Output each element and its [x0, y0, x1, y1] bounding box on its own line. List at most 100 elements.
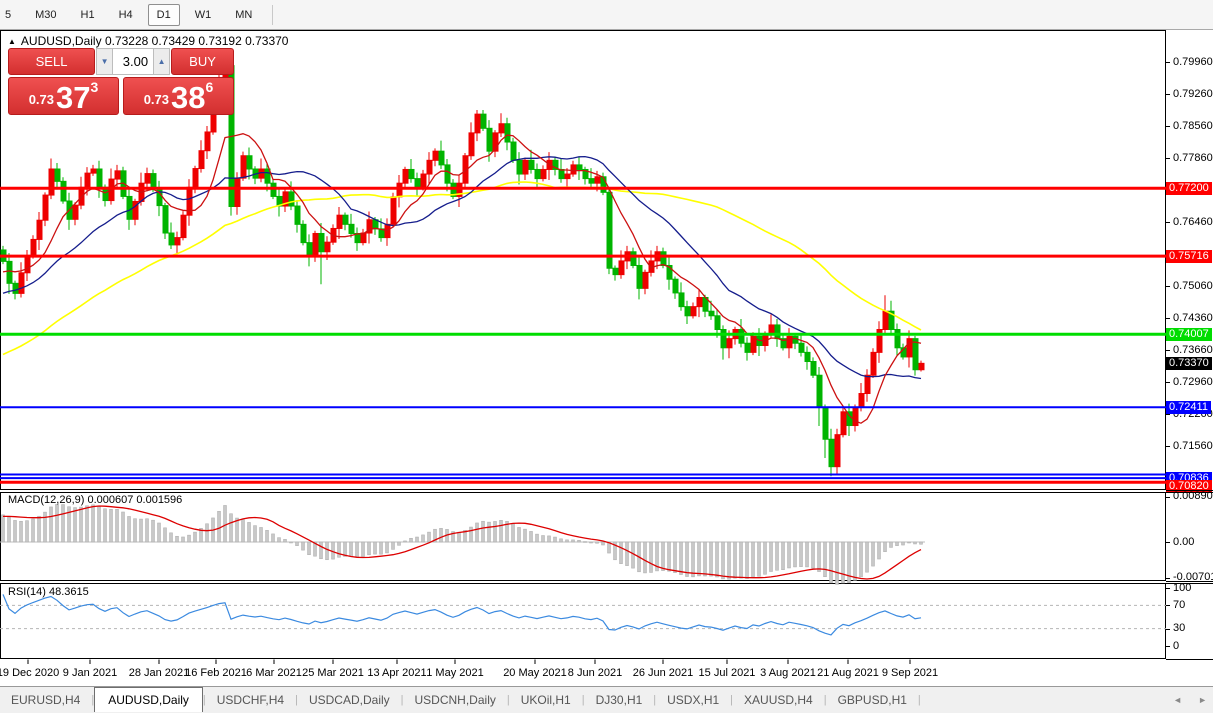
current-price-label: 0.73370 — [1166, 357, 1212, 370]
date-tick-label: 9 Jan 2021 — [63, 667, 117, 679]
chart-tab-gbpusd-h1[interactable]: GBPUSD,H1 — [827, 687, 918, 713]
collapse-triangle-icon[interactable]: ▲ — [8, 37, 16, 46]
candle-body — [673, 279, 678, 293]
candle-body — [871, 352, 876, 375]
date-tick-label: 13 Apr 2021 — [367, 667, 426, 679]
level-price-label: 0.72411 — [1166, 401, 1211, 414]
timeframe-button-m30[interactable]: M30 — [26, 4, 65, 26]
tab-scroll-left-icon[interactable]: ◄ — [1173, 695, 1182, 705]
candle-body — [235, 178, 240, 206]
price-tick-label: 0.73660 — [1173, 344, 1213, 357]
macd-bar — [194, 532, 197, 542]
macd-bar — [782, 542, 785, 570]
macd-bar — [794, 542, 797, 567]
candle-body — [205, 132, 210, 151]
macd-bar — [278, 538, 281, 542]
candle-body — [799, 343, 804, 352]
timeframe-button-w1[interactable]: W1 — [186, 4, 221, 26]
candles-layer — [1, 58, 924, 476]
chart-tab-usdcnh-daily[interactable]: USDCNH,Daily — [404, 687, 507, 713]
date-tick-label: 6 Mar 2021 — [246, 667, 302, 679]
candle-body — [199, 151, 204, 169]
chart-tab-dj30-h1[interactable]: DJ30,H1 — [585, 687, 654, 713]
chart-canvas[interactable]: 19 Dec 20209 Jan 202128 Jan 202116 Feb 2… — [0, 30, 1166, 686]
chart-tab-ukoil-h1[interactable]: UKOil,H1 — [510, 687, 582, 713]
volume-input[interactable]: 3.00 — [113, 48, 153, 75]
macd-bar — [32, 519, 35, 542]
macd-histogram — [2, 504, 923, 584]
macd-bar — [2, 515, 5, 542]
macd-bar — [104, 509, 107, 542]
macd-bar — [578, 540, 581, 542]
macd-bar — [626, 542, 629, 566]
candle-body — [439, 151, 444, 165]
candle-body — [571, 165, 576, 174]
macd-bar — [890, 542, 893, 547]
chart-tab-audusd-daily[interactable]: AUDUSD,Daily — [94, 687, 203, 712]
chart-tab-usdchf-h4[interactable]: USDCHF,H4 — [206, 687, 295, 713]
price-tick-label: 0.79260 — [1173, 88, 1213, 101]
chart-tab-usdx-h1[interactable]: USDX,H1 — [656, 687, 730, 713]
candle-body — [505, 124, 510, 142]
price-tick-label: 0.71560 — [1173, 440, 1213, 453]
chart-tab-xauusd-h4[interactable]: XAUUSD,H4 — [733, 687, 824, 713]
candle-body — [193, 169, 198, 188]
price-tick-mark — [1166, 222, 1170, 223]
macd-bar — [290, 542, 293, 543]
candle-body — [709, 311, 714, 316]
macd-bar — [20, 521, 23, 542]
timeframe-button-5[interactable]: 5 — [0, 4, 20, 26]
tab-scroll-right-icon[interactable]: ► — [1198, 695, 1207, 705]
rsi-tick-label: 30 — [1173, 622, 1185, 635]
chart-tab-eurusd-h4[interactable]: EURUSD,H4 — [0, 687, 91, 713]
chart-tab-usdcad-daily[interactable]: USDCAD,Daily — [298, 687, 401, 713]
candle-body — [115, 171, 120, 179]
timeframe-button-mn[interactable]: MN — [226, 4, 261, 26]
candle-body — [589, 179, 594, 184]
volume-down-button[interactable]: ▼ — [96, 48, 113, 75]
candle-body — [421, 174, 426, 188]
macd-bar — [332, 542, 335, 559]
candle-body — [397, 183, 402, 197]
macd-bar — [548, 536, 551, 542]
timeframe-button-d1[interactable]: D1 — [148, 4, 180, 26]
timeframe-button-h1[interactable]: H1 — [72, 4, 104, 26]
buy-price-button[interactable]: 0.73 38 6 — [123, 77, 234, 115]
candle-body — [25, 256, 30, 273]
candle-body — [313, 233, 318, 255]
macd-bar — [704, 542, 707, 576]
buy-button[interactable]: BUY — [171, 48, 234, 75]
price-axis[interactable]: 0.799600.792600.785600.778600.764600.750… — [1166, 30, 1213, 686]
macd-bar — [476, 523, 479, 542]
macd-bar — [368, 542, 371, 555]
price-tick-mark — [1166, 62, 1170, 63]
price-tick-label: 0.75060 — [1173, 280, 1213, 293]
candle-body — [661, 252, 666, 266]
price-tick-label: 0.72960 — [1173, 376, 1213, 389]
price-tick-mark — [1166, 94, 1170, 95]
volume-up-button[interactable]: ▲ — [153, 48, 170, 75]
rsi-tick-mark — [1166, 646, 1170, 647]
candle-body — [769, 325, 774, 334]
macd-bar — [764, 542, 767, 574]
panel-separator-line — [1166, 492, 1213, 493]
date-tick-label: 1 May 2021 — [426, 667, 483, 679]
sell-button[interactable]: SELL — [8, 48, 95, 75]
candle-body — [643, 272, 648, 288]
macd-bar — [374, 542, 377, 554]
candle-body — [595, 177, 600, 183]
macd-tick-mark — [1166, 497, 1170, 498]
candle-body — [811, 362, 816, 376]
candle-body — [19, 273, 24, 294]
sell-price-button[interactable]: 0.73 37 3 — [8, 77, 119, 115]
macd-bar — [620, 542, 623, 564]
candle-body — [91, 169, 96, 173]
panel-separator-line — [1166, 583, 1213, 584]
timeframe-button-h4[interactable]: H4 — [110, 4, 142, 26]
candle-body — [613, 268, 618, 274]
candle-body — [805, 352, 810, 361]
chevron-down-icon: ▼ — [101, 57, 109, 66]
date-tick-label: 26 Jun 2021 — [633, 667, 694, 679]
macd-bar — [530, 531, 533, 542]
macd-bar — [632, 542, 635, 568]
